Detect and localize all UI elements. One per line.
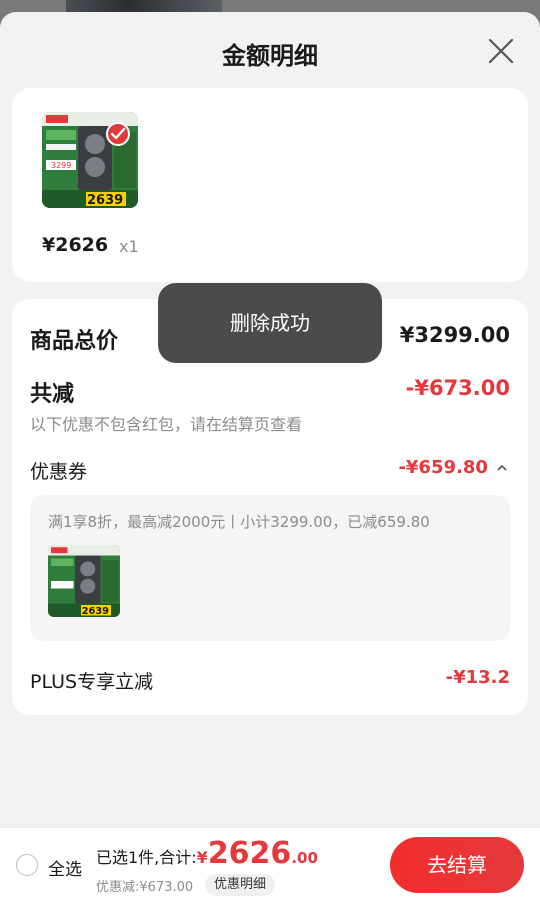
reduce-note-row: 以下优惠不包含红包，请在结算页查看 [30, 411, 510, 434]
coupon-description: 满1享8折，最高减2000元丨小计3299.00，已减659.80 [48, 513, 430, 531]
plus-label: PLUS专享立减 [30, 671, 154, 693]
coupon-label: 优惠券 [30, 461, 88, 483]
product-price: ¥2626 [42, 234, 109, 256]
checkout-bar: 全选 已选1件,合计:¥2626.00 优惠减:¥673.00 优惠明细 去结算 [0, 827, 540, 902]
reduce-row: 共减 -¥673.00 [30, 376, 510, 407]
total-amount-int: 2626 [207, 836, 292, 871]
toast-message: 删除成功 [158, 283, 382, 363]
discount-detail-button[interactable]: 优惠明细 [205, 874, 276, 896]
product-quantity: x1 [119, 237, 139, 256]
plus-row: PLUS专享立减 -¥13.2 [30, 667, 510, 695]
amount-detail-sheet: 金额明细 3299 2639 ¥2626 x1 商品总价 ¥3299.00 共减… [0, 12, 540, 902]
product-card: 3299 2639 ¥2626 x1 [12, 88, 528, 282]
coupon-row[interactable]: 优惠券 -¥659.80 [30, 457, 510, 485]
close-icon[interactable] [488, 38, 514, 64]
reduce-value: -¥673.00 [405, 376, 510, 400]
plus-value: -¥13.2 [445, 667, 510, 688]
coupon-product-thumbnail: 2639 [48, 545, 120, 617]
selected-check-icon [106, 122, 130, 146]
discount-summary: 优惠减:¥673.00 [96, 880, 194, 895]
chevron-up-icon[interactable] [496, 463, 508, 473]
svg-text:2639: 2639 [82, 606, 109, 617]
coupon-detail-box: 满1享8折，最高减2000元丨小计3299.00，已减659.80 2639 [30, 495, 510, 641]
product-thumbnail[interactable]: 3299 2639 [42, 112, 138, 208]
total-amount-dec: .00 [291, 849, 318, 867]
currency-symbol: ¥ [196, 848, 208, 867]
select-all-label[interactable]: 全选 [48, 855, 82, 880]
svg-text:3299: 3299 [51, 161, 71, 170]
svg-text:2639: 2639 [87, 193, 123, 208]
reduce-label: 共减 [30, 382, 75, 407]
coupon-value: -¥659.80 [398, 457, 488, 478]
total-summary: 已选1件,合计:¥2626.00 [96, 836, 318, 871]
reduce-note: 以下优惠不包含红包，请在结算页查看 [30, 415, 303, 434]
sheet-title: 金额明细 [222, 42, 318, 70]
total-value: ¥3299.00 [399, 323, 510, 347]
checkout-button[interactable]: 去结算 [390, 837, 524, 893]
total-label: 商品总价 [30, 329, 119, 354]
select-all-radio[interactable] [16, 854, 38, 876]
summary-prefix: 已选1件,合计: [96, 848, 197, 867]
